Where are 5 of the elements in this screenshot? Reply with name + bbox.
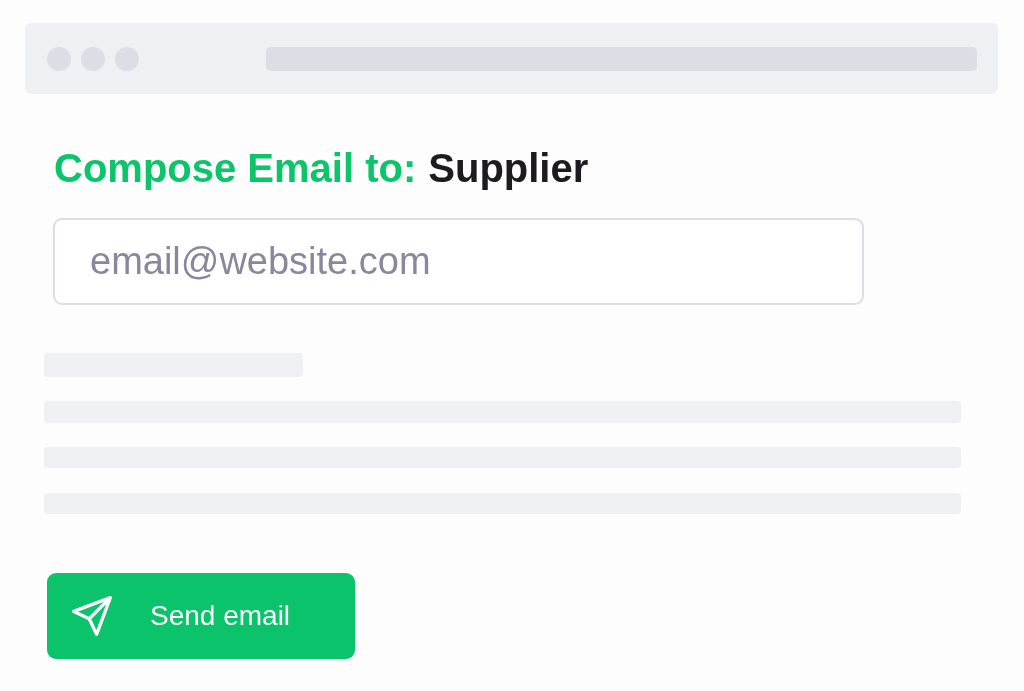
send-icon [70, 594, 114, 638]
email-field[interactable]: email@website.com [53, 218, 864, 305]
heading-label: Compose Email to: [54, 145, 417, 192]
send-email-button[interactable]: Send email [47, 573, 355, 659]
recipient-name: Supplier [428, 145, 589, 192]
